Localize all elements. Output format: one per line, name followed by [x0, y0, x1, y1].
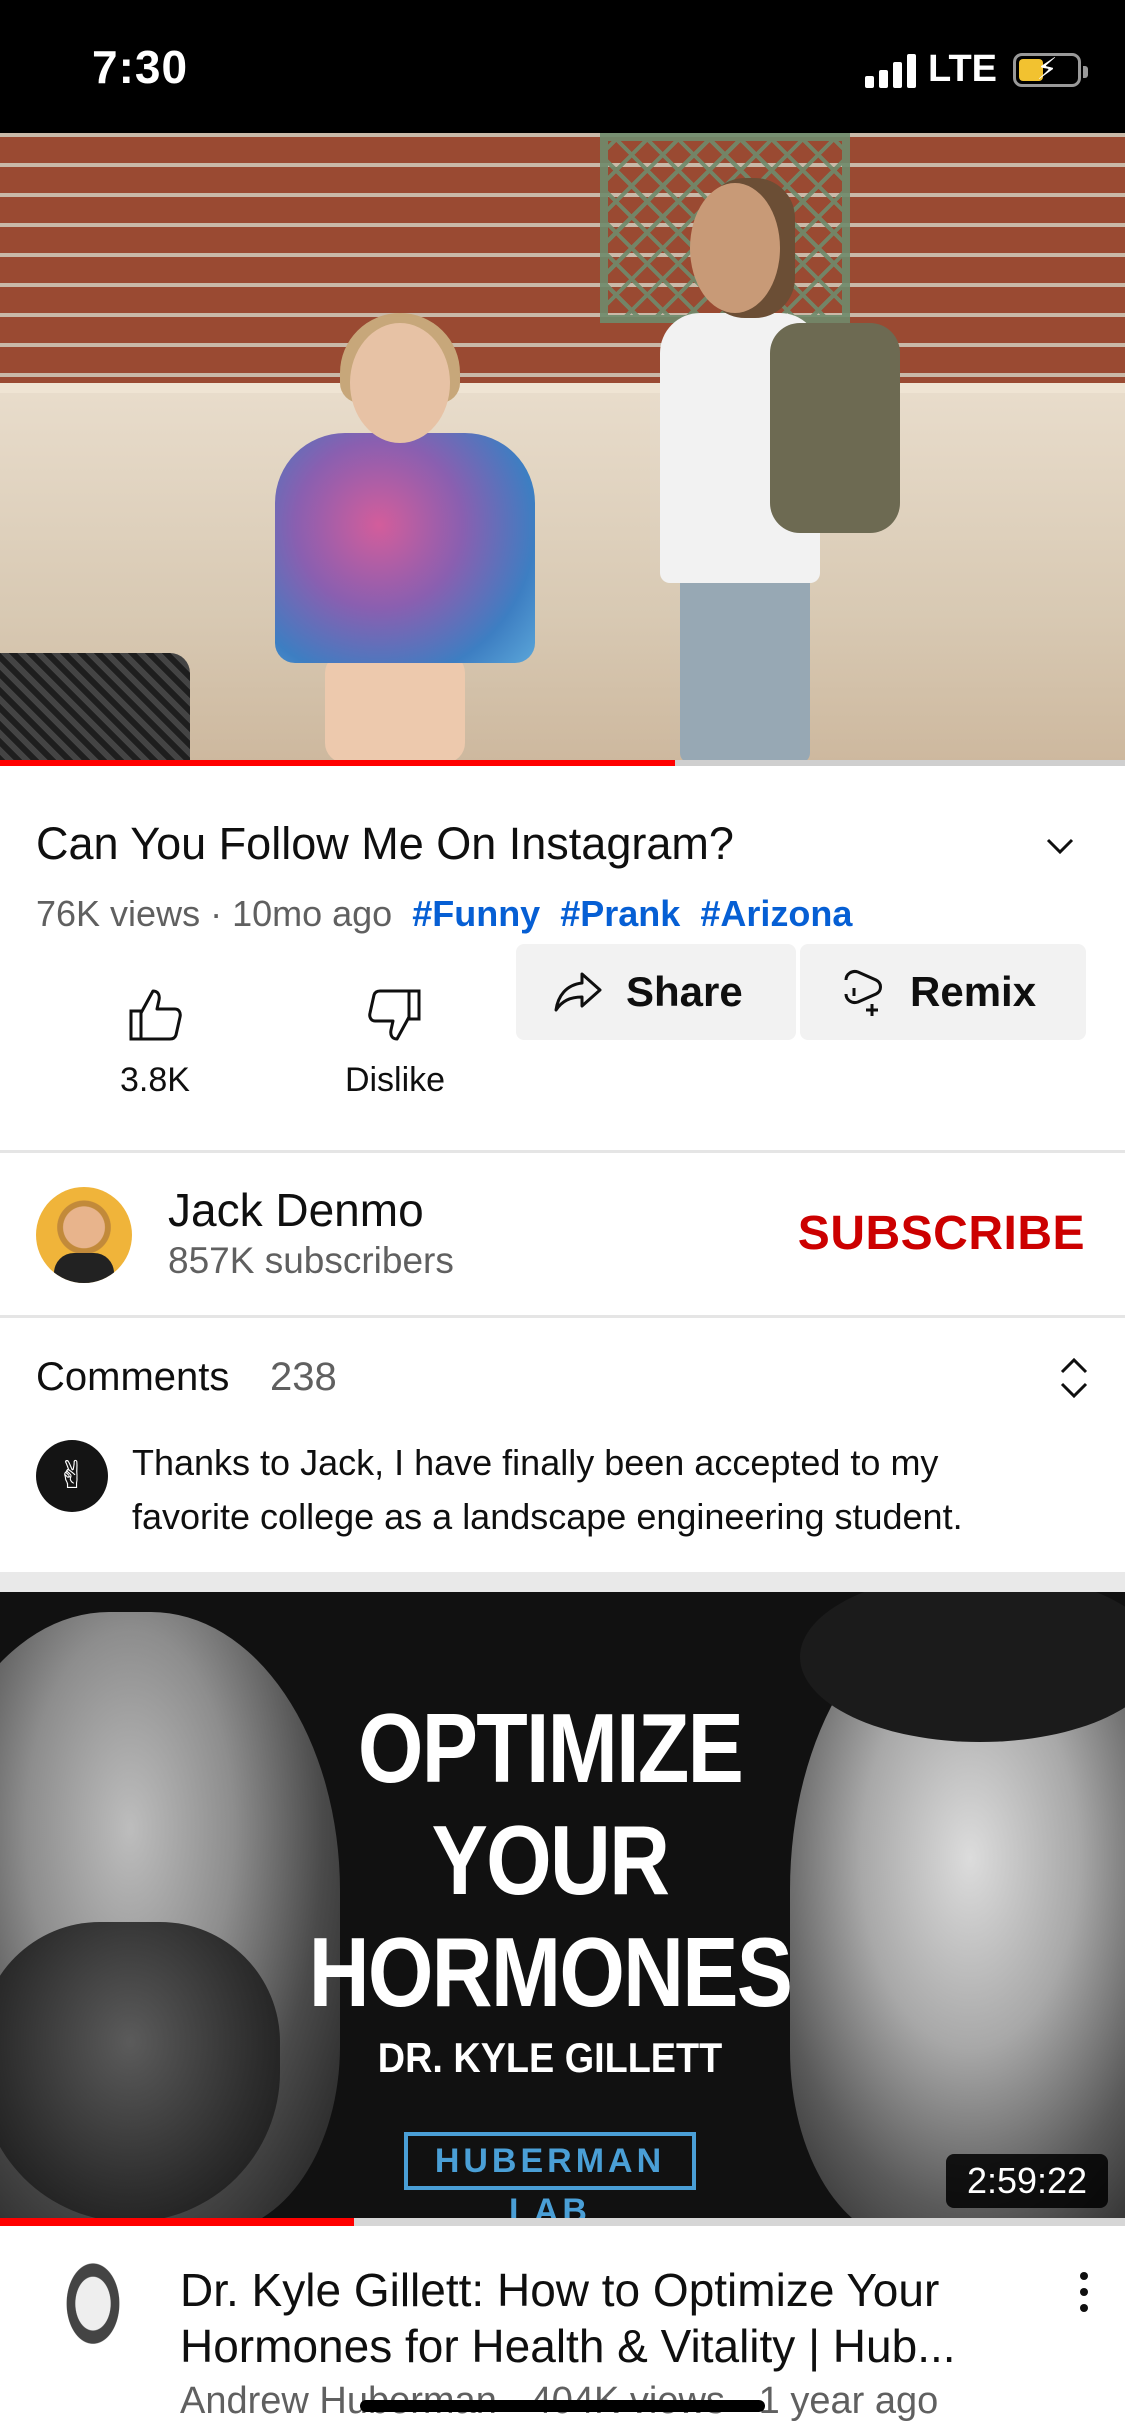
video-meta-row: 76K views · 10mo ago #Funny #Prank #Ariz… — [36, 893, 852, 935]
dislike-label: Dislike — [344, 1061, 446, 1099]
divider — [0, 1150, 1125, 1153]
watched-progress-fill — [0, 2218, 355, 2226]
thumbnail-headline: OPTIMIZE YOUR HORMONES — [292, 1692, 808, 2028]
channel-name[interactable]: Jack Denmo — [168, 1183, 424, 1237]
watched-progress-bar — [0, 2218, 1125, 2226]
more-options-icon[interactable] — [1074, 2268, 1094, 2316]
thumbnail-headline-line: YOUR — [431, 1805, 670, 1915]
divider — [0, 1315, 1125, 1318]
video-player[interactable] — [0, 133, 1125, 763]
thumbnail-headline-line: HORMONES — [308, 1917, 793, 2027]
remix-label: Remix — [910, 968, 1037, 1015]
share-arrow-icon — [554, 972, 602, 1012]
hashtag-prank[interactable]: #Prank — [560, 893, 680, 934]
thumbnail-brand-logo: HUBERMAN LAB — [404, 2132, 696, 2218]
status-bar: 7:30 LTE ⚡ — [0, 0, 1125, 133]
home-indicator[interactable] — [360, 2400, 765, 2412]
network-type: LTE — [928, 48, 997, 90]
video-frame-person-right — [620, 178, 910, 763]
player-progress-bar[interactable] — [0, 760, 1125, 766]
top-comment-text: Thanks to Jack, I have finally been acce… — [132, 1442, 963, 1537]
next-video-title-line: Hormones for Health & Vitality | Hub... — [180, 2320, 956, 2372]
hashtag-arizona[interactable]: #Arizona — [700, 893, 852, 934]
channel-avatar[interactable] — [36, 1187, 132, 1283]
commenter-avatar[interactable]: ✌ — [36, 1440, 108, 1512]
next-video-title[interactable]: Dr. Kyle Gillett: How to Optimize Your H… — [180, 2262, 1040, 2374]
duration-badge: 2:59:22 — [946, 2154, 1108, 2208]
channel-subscriber-count: 857K subscribers — [168, 1240, 454, 1281]
next-video-thumbnail[interactable]: OPTIMIZE YOUR HORMONES DR. KYLE GILLETT … — [0, 1592, 1125, 2218]
like-count: 3.8K — [120, 1061, 190, 1099]
remix-icon — [844, 970, 882, 1016]
hashtag-funny[interactable]: #Funny — [412, 893, 540, 934]
status-time: 7:30 — [92, 41, 189, 93]
subscribe-button[interactable]: SUBSCRIBE — [798, 1206, 1085, 1261]
comments-count: 238 — [270, 1355, 337, 1399]
expand-collapse-icon[interactable] — [1056, 1354, 1092, 1402]
share-label: Share — [626, 968, 743, 1015]
signal-bars-icon — [865, 52, 917, 88]
next-video-title-line: Dr. Kyle Gillett: How to Optimize Your — [180, 2264, 940, 2316]
player-progress-fill — [0, 760, 675, 766]
video-title[interactable]: Can You Follow Me On Instagram? — [36, 818, 734, 870]
thumbs-down-icon — [368, 989, 421, 1041]
video-views-age: 76K views · 10mo ago — [36, 893, 393, 934]
comments-label: Comments — [36, 1355, 230, 1399]
video-frame-person-left — [265, 313, 540, 763]
status-indicators: LTE ⚡ — [865, 48, 1088, 91]
thumbnail-guest-name: DR. KYLE GILLETT — [377, 2034, 723, 2081]
uploader-avatar[interactable] — [52, 2262, 134, 2366]
video-frame-bench — [0, 653, 190, 763]
section-separator — [0, 1572, 1125, 1592]
thumbnail-headline-line: OPTIMIZE — [357, 1693, 744, 1803]
dislike-button[interactable]: Dislike — [320, 985, 470, 1100]
share-button[interactable]: Share — [516, 944, 796, 1040]
chevron-down-icon[interactable] — [1040, 826, 1080, 866]
thumbs-up-icon — [129, 989, 182, 1041]
remix-button[interactable]: Remix — [800, 944, 1086, 1040]
battery-charging-icon: ⚡ — [1013, 52, 1088, 87]
like-button[interactable]: 3.8K — [100, 985, 210, 1100]
